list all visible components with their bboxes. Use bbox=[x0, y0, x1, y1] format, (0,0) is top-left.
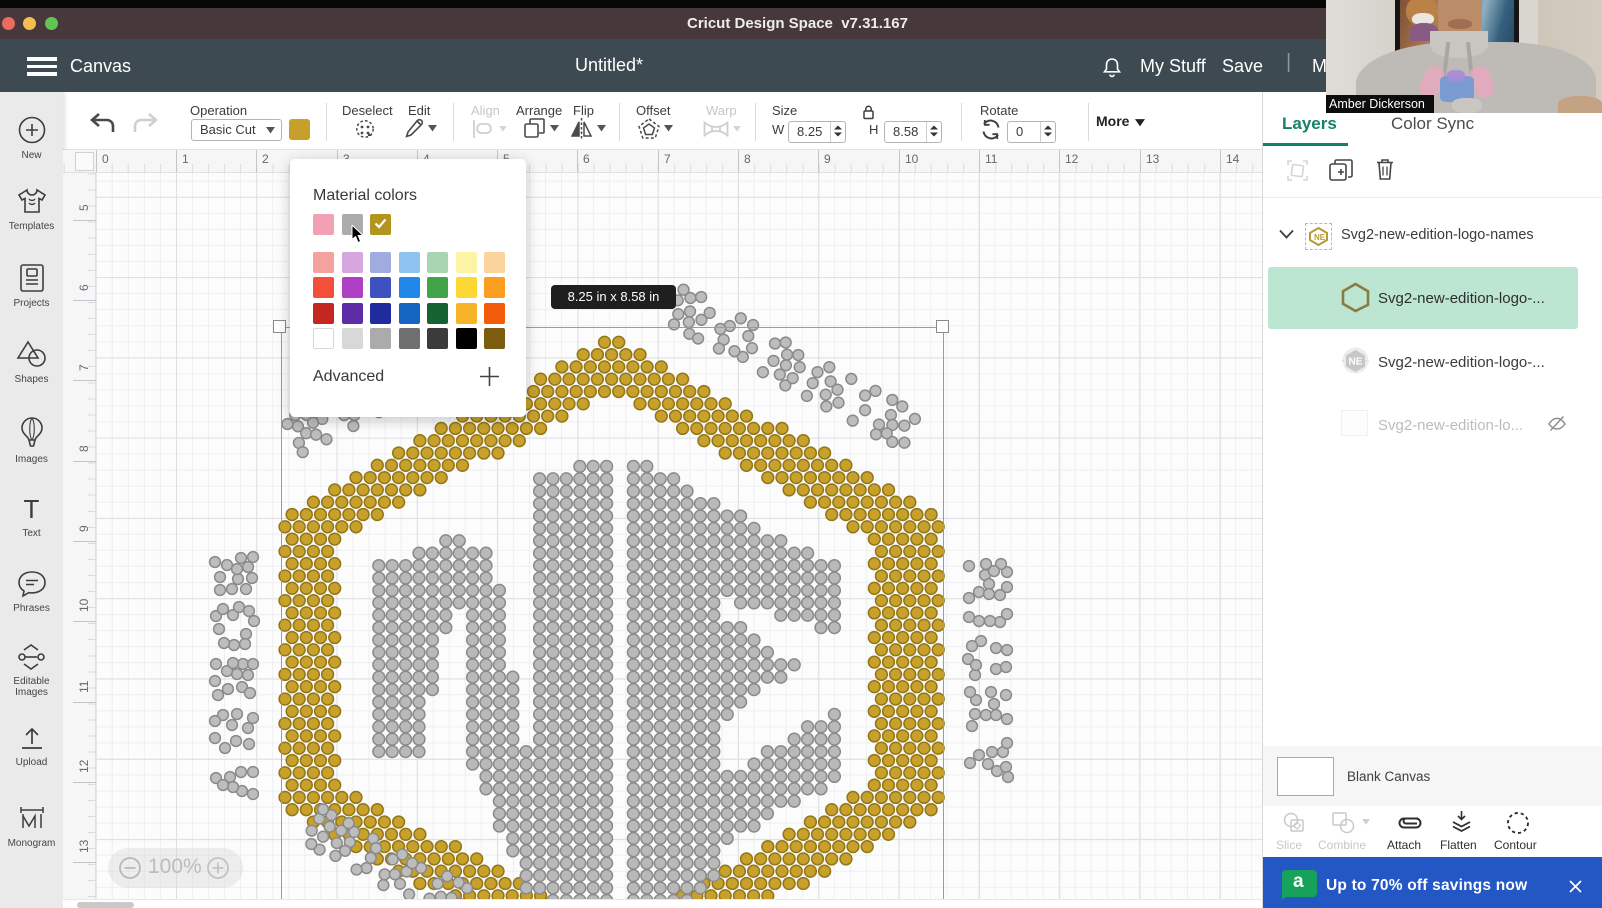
svg-text:NE: NE bbox=[1314, 233, 1326, 242]
svg-text:NE: NE bbox=[1349, 357, 1363, 368]
